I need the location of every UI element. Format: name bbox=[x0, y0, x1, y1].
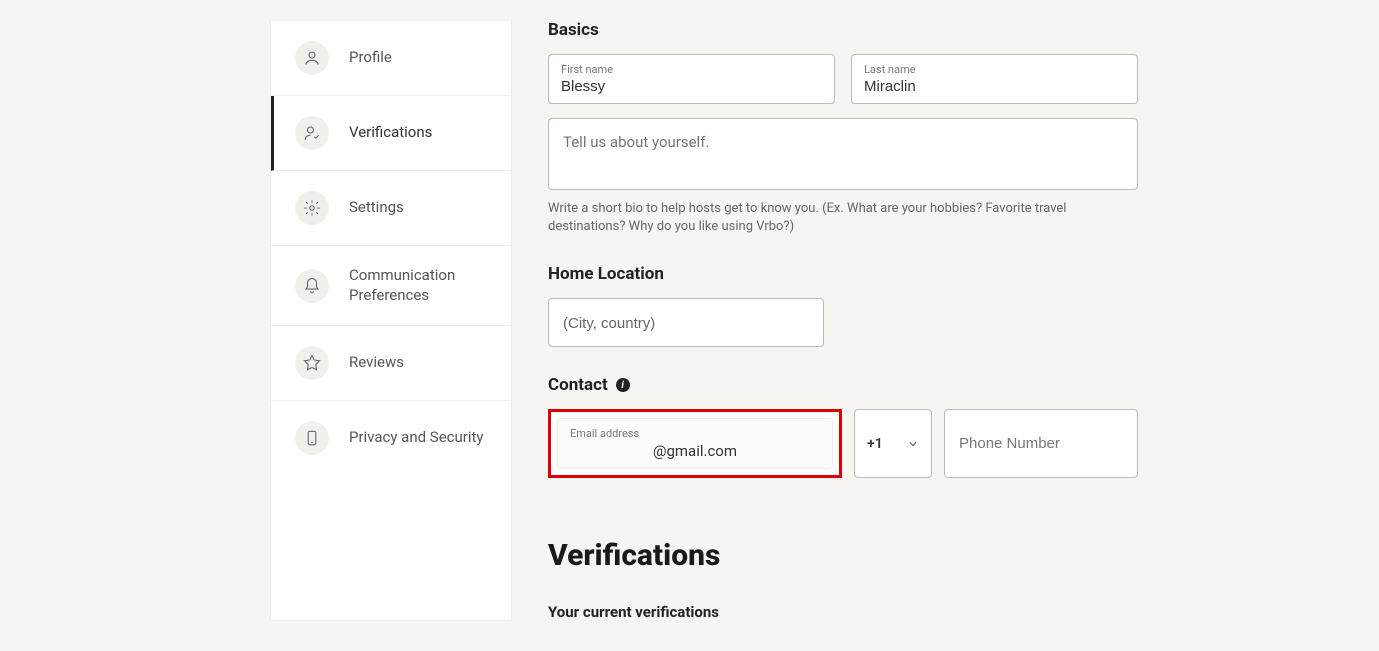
info-icon[interactable]: i bbox=[616, 378, 630, 392]
gear-icon bbox=[295, 191, 329, 225]
sidebar-item-settings[interactable]: Settings bbox=[271, 171, 511, 246]
bio-field[interactable] bbox=[548, 118, 1138, 190]
sidebar-item-reviews[interactable]: Reviews bbox=[271, 326, 511, 401]
sidebar-item-label: Reviews bbox=[349, 353, 404, 373]
first-name-label: First name bbox=[561, 63, 822, 76]
first-name-field[interactable]: First name bbox=[548, 54, 835, 104]
bio-helper-text: Write a short bio to help hosts get to k… bbox=[548, 200, 1138, 236]
last-name-label: Last name bbox=[864, 63, 1125, 76]
email-label: Email address bbox=[570, 427, 820, 440]
country-code-value: +1 bbox=[867, 436, 883, 452]
home-location-input[interactable] bbox=[563, 315, 809, 332]
verifications-subheading: Your current verifications bbox=[548, 603, 1138, 621]
sidebar-item-label: Privacy and Security bbox=[349, 428, 484, 448]
sidebar-item-label: Settings bbox=[349, 198, 404, 218]
email-field[interactable]: Email address @gmail.com bbox=[557, 418, 833, 469]
star-icon bbox=[295, 346, 329, 380]
person-check-icon bbox=[295, 116, 329, 150]
sidebar-item-label: Communication Preferences bbox=[349, 266, 487, 305]
bio-textarea[interactable] bbox=[563, 133, 1123, 175]
sidebar-item-privacy[interactable]: Privacy and Security bbox=[271, 401, 511, 475]
sidebar-item-label: Verifications bbox=[349, 123, 432, 143]
sidebar-item-profile[interactable]: Profile bbox=[271, 21, 511, 96]
first-name-input[interactable] bbox=[561, 78, 822, 95]
phone-input[interactable] bbox=[959, 435, 1123, 452]
email-value: @gmail.com bbox=[570, 442, 820, 460]
person-icon bbox=[295, 41, 329, 75]
sidebar: Profile Verifications Settings Communica… bbox=[270, 20, 512, 621]
chevron-down-icon bbox=[907, 438, 919, 450]
home-location-title: Home Location bbox=[548, 264, 1138, 284]
last-name-input[interactable] bbox=[864, 78, 1125, 95]
contact-title: Contact i bbox=[548, 375, 1138, 395]
bell-icon bbox=[295, 269, 329, 303]
email-highlight-box: Email address @gmail.com bbox=[548, 409, 842, 478]
sidebar-item-verifications[interactable]: Verifications bbox=[271, 96, 511, 171]
country-code-select[interactable]: +1 bbox=[854, 409, 932, 478]
last-name-field[interactable]: Last name bbox=[851, 54, 1138, 104]
sidebar-item-communication[interactable]: Communication Preferences bbox=[271, 246, 511, 326]
sidebar-item-label: Profile bbox=[349, 48, 392, 68]
home-location-field[interactable] bbox=[548, 298, 824, 347]
phone-field[interactable] bbox=[944, 409, 1138, 478]
basics-title: Basics bbox=[548, 20, 1138, 40]
main-content: Basics First name Last name Write a shor… bbox=[548, 20, 1138, 621]
phone-icon bbox=[295, 421, 329, 455]
verifications-heading: Verifications bbox=[548, 538, 1138, 573]
